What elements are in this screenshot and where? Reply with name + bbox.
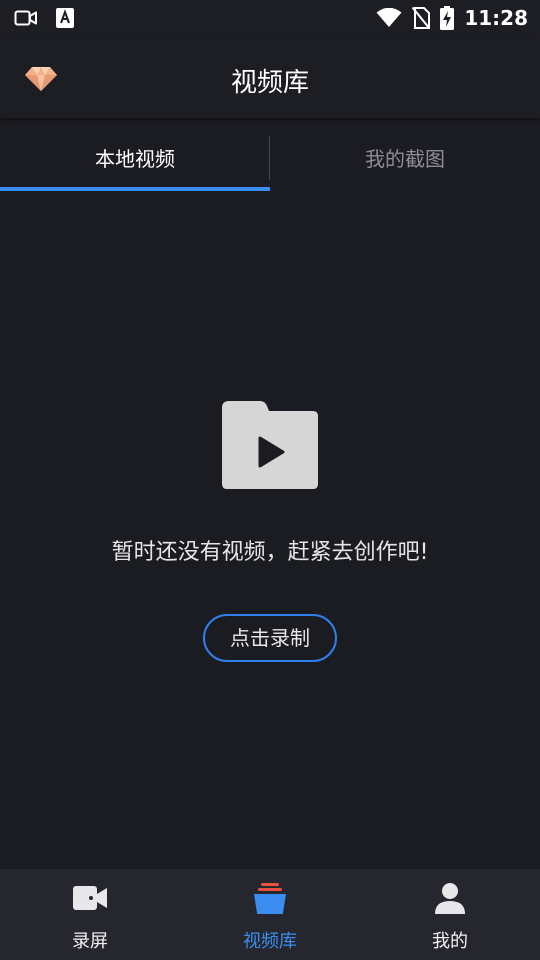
battery-charging-icon [440, 6, 455, 30]
a-notification-icon [56, 8, 74, 28]
tab-my-screenshots[interactable]: 我的截图 [270, 130, 540, 190]
nav-item-mine[interactable]: 我的 [360, 869, 540, 960]
tab-local-videos[interactable]: 本地视频 [0, 130, 270, 190]
nav-item-record[interactable]: 录屏 [0, 869, 180, 960]
status-time: 11:28 [464, 6, 528, 30]
nav-item-video-library[interactable]: 视频库 [180, 869, 360, 960]
nav-label-video-library: 视频库 [243, 931, 297, 952]
video-camera-icon [14, 10, 37, 26]
status-bar: 11:28 [0, 0, 540, 38]
no-sim-icon [412, 7, 431, 29]
folder-play-icon [222, 401, 318, 489]
wifi-icon [376, 8, 402, 27]
nav-label-mine: 我的 [432, 931, 468, 952]
status-bar-right: 11:28 [376, 6, 528, 30]
status-bar-left [14, 8, 74, 28]
start-recording-button[interactable]: 点击录制 [203, 614, 337, 662]
tab-bar: 本地视频 我的截图 [0, 130, 540, 192]
bottom-nav: 录屏 视频库 我的 [0, 869, 540, 960]
app-header: 视频库 [0, 38, 540, 118]
tab-selected-indicator [0, 187, 270, 191]
page-title: 视频库 [230, 68, 309, 98]
video-camera-icon [73, 886, 107, 910]
person-icon [435, 883, 465, 914]
nav-label-record: 录屏 [72, 931, 108, 952]
empty-message: 暂时还没有视频，赶紧去创作吧! [111, 540, 429, 565]
video-library-icon [254, 883, 286, 914]
